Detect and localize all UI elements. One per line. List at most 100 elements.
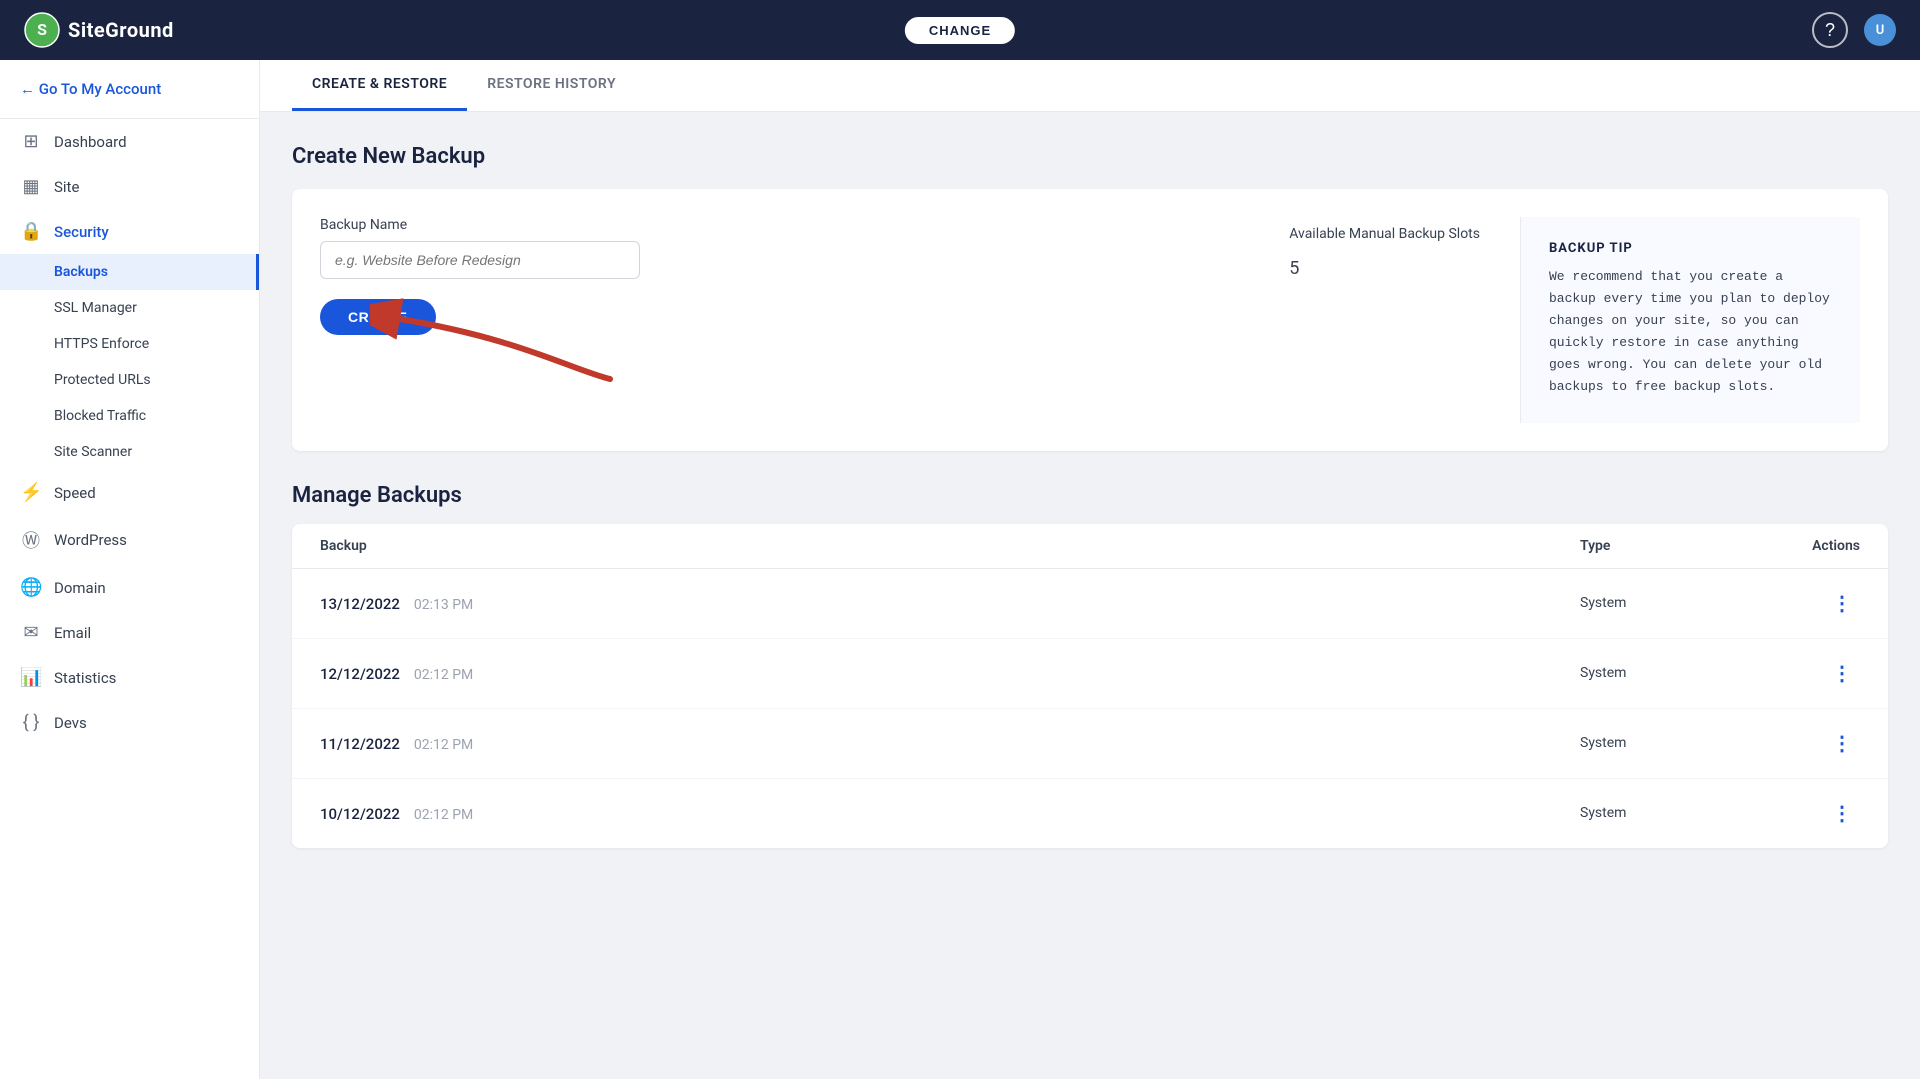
table-header: Backup Type Actions (292, 524, 1888, 569)
change-button[interactable]: CHANGE (903, 15, 1017, 46)
blocked-traffic-label: Blocked Traffic (54, 408, 146, 424)
sidebar-item-label: WordPress (54, 531, 127, 549)
tab-create-restore[interactable]: CREATE & RESTORE (292, 60, 467, 111)
tip-text: We recommend that you create a backup ev… (1549, 266, 1832, 399)
backup-time: 02:13 PM (414, 597, 473, 613)
tabs-bar: CREATE & RESTORE RESTORE HISTORY (260, 60, 1920, 112)
sidebar-item-label: Speed (54, 484, 96, 502)
actions-menu: ⋮ (1780, 727, 1860, 760)
col-header-actions: Actions (1780, 538, 1860, 554)
row-actions-button[interactable]: ⋮ (1824, 657, 1860, 690)
backup-slots-label: Available Manual Backup Slots (1289, 226, 1480, 242)
email-icon: ✉ (20, 622, 42, 643)
sidebar-item-domain[interactable]: 🌐 Domain (0, 565, 259, 610)
sidebar-item-statistics[interactable]: 📊 Statistics (0, 655, 259, 700)
backup-time: 02:12 PM (414, 667, 473, 683)
tab-restore-history[interactable]: RESTORE HISTORY (467, 60, 636, 111)
svg-text:S: S (37, 20, 47, 39)
avatar-initials: U (1876, 23, 1885, 38)
table-row: 13/12/2022 02:13 PM System ⋮ (292, 569, 1888, 639)
form-row: Backup Name Available Manual Backup Slot… (320, 217, 1480, 279)
backup-date-cell: 10/12/2022 02:12 PM (320, 804, 1580, 823)
row-actions-button[interactable]: ⋮ (1824, 727, 1860, 760)
sidebar-item-label: Dashboard (54, 133, 127, 151)
sidebar-item-label: Site (54, 178, 79, 196)
row-actions-button[interactable]: ⋮ (1824, 587, 1860, 620)
backup-type: System (1580, 805, 1780, 821)
devs-icon: { } (20, 712, 42, 733)
content-inner: Create New Backup Backup Name Available … (260, 112, 1920, 880)
actions-menu: ⋮ (1780, 657, 1860, 690)
backup-type: System (1580, 595, 1780, 611)
sidebar-item-devs[interactable]: { } Devs (0, 700, 259, 745)
siteground-logo-icon: S (24, 12, 60, 48)
sidebar-item-ssl-manager[interactable]: SSL Manager (0, 290, 259, 326)
lock-icon: 🔒 (20, 221, 42, 242)
statistics-icon: 📊 (20, 667, 42, 688)
backups-label: Backups (54, 264, 108, 280)
sidebar-item-label: Email (54, 624, 91, 642)
row-actions-button[interactable]: ⋮ (1824, 797, 1860, 830)
sidebar-item-speed[interactable]: ⚡ Speed (0, 470, 259, 515)
col-header-type: Type (1580, 538, 1780, 554)
speed-icon: ⚡ (20, 482, 42, 503)
sidebar-item-email[interactable]: ✉ Email (0, 610, 259, 655)
domain-icon: 🌐 (20, 577, 42, 598)
backup-date-cell: 12/12/2022 02:12 PM (320, 664, 1580, 683)
sidebar-item-blocked-traffic[interactable]: Blocked Traffic (0, 398, 259, 434)
actions-menu: ⋮ (1780, 797, 1860, 830)
backup-date: 10/12/2022 (320, 805, 400, 823)
backup-date: 11/12/2022 (320, 735, 400, 753)
sidebar-item-security[interactable]: 🔒 Security (0, 209, 259, 254)
sidebar-item-protected-urls[interactable]: Protected URLs (0, 362, 259, 398)
sidebar-item-wordpress[interactable]: Ⓦ WordPress (0, 515, 259, 565)
backup-slots-group: Available Manual Backup Slots 5 (1289, 226, 1480, 279)
main-layout: ← Go To My Account ⊞ Dashboard ▦ Site 🔒 … (0, 60, 1920, 1079)
sidebar: ← Go To My Account ⊞ Dashboard ▦ Site 🔒 … (0, 60, 260, 1079)
backup-date: 13/12/2022 (320, 595, 400, 613)
create-button-wrapper: CREATE (320, 299, 436, 335)
table-row: 12/12/2022 02:12 PM System ⋮ (292, 639, 1888, 709)
create-backup-card: Backup Name Available Manual Backup Slot… (292, 189, 1888, 451)
backups-table: Backup Type Actions 13/12/2022 02:13 PM … (292, 524, 1888, 848)
sidebar-item-label: Security (54, 223, 109, 241)
dashboard-icon: ⊞ (20, 131, 42, 152)
sidebar-item-https-enforce[interactable]: HTTPS Enforce (0, 326, 259, 362)
go-to-account-link[interactable]: ← Go To My Account (0, 60, 259, 119)
manage-backups-title: Manage Backups (292, 483, 1888, 508)
security-submenu: Backups SSL Manager HTTPS Enforce Protec… (0, 254, 259, 470)
main-content: CREATE & RESTORE RESTORE HISTORY Create … (260, 60, 1920, 1079)
create-button[interactable]: CREATE (320, 299, 436, 335)
sidebar-item-label: Statistics (54, 669, 116, 687)
ssl-manager-label: SSL Manager (54, 300, 137, 316)
sidebar-item-label: Domain (54, 579, 106, 597)
protected-urls-label: Protected URLs (54, 372, 151, 388)
backup-name-group: Backup Name (320, 217, 1249, 279)
header: S SiteGround CHANGE ? U (0, 0, 1920, 60)
sidebar-item-dashboard[interactable]: ⊞ Dashboard (0, 119, 259, 164)
site-icon: ▦ (20, 176, 42, 197)
tip-title: BACKUP TIP (1549, 241, 1832, 256)
backup-date: 12/12/2022 (320, 665, 400, 683)
sidebar-item-backups[interactable]: Backups (0, 254, 259, 290)
sidebar-item-site-scanner[interactable]: Site Scanner (0, 434, 259, 470)
backup-time: 02:12 PM (414, 737, 473, 753)
backup-name-input[interactable] (320, 241, 640, 279)
table-row: 10/12/2022 02:12 PM System ⋮ (292, 779, 1888, 848)
backup-type: System (1580, 735, 1780, 751)
site-scanner-label: Site Scanner (54, 444, 132, 460)
create-backup-title: Create New Backup (292, 144, 1888, 169)
logo: S SiteGround (24, 12, 174, 48)
help-button[interactable]: ? (1812, 12, 1848, 48)
wordpress-icon: Ⓦ (20, 527, 42, 553)
sidebar-item-site[interactable]: ▦ Site (0, 164, 259, 209)
sidebar-item-label: Devs (54, 714, 87, 732)
header-center: CHANGE (903, 15, 1017, 46)
col-header-backup: Backup (320, 538, 1580, 554)
backup-form: Backup Name Available Manual Backup Slot… (320, 217, 1480, 423)
https-enforce-label: HTTPS Enforce (54, 336, 149, 352)
header-right: ? U (1812, 12, 1896, 48)
logo-text: SiteGround (68, 18, 174, 42)
backup-date-cell: 11/12/2022 02:12 PM (320, 734, 1580, 753)
avatar[interactable]: U (1864, 14, 1896, 46)
